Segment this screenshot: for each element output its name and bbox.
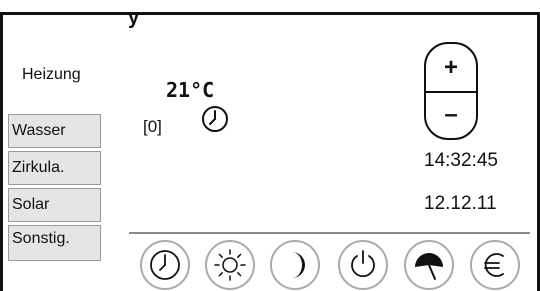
current-time: 14:32:45 <box>424 150 498 171</box>
standby-mode-button[interactable] <box>338 240 388 290</box>
sidebar-item-label: Solar <box>12 196 50 213</box>
party-mode-button[interactable] <box>404 240 454 290</box>
moon-icon <box>292 252 305 278</box>
power-icon <box>351 250 375 278</box>
eco-mode-button[interactable] <box>470 240 520 290</box>
temperature-value: 21 <box>166 78 191 102</box>
sidebar-item-sonstig[interactable]: Sonstig. <box>8 225 101 261</box>
sidebar-item-label: Zirkula. <box>12 159 65 176</box>
timer-mode-button[interactable] <box>140 240 190 290</box>
clock-icon <box>150 250 180 280</box>
decrease-button[interactable]: – <box>426 91 476 138</box>
sidebar-item-label: Sonstig. <box>12 230 70 247</box>
sidebar-heading-heizung[interactable]: Heizung <box>22 66 81 84</box>
window-title: y <box>128 7 140 29</box>
sidebar-item-label: Wasser <box>12 122 66 139</box>
divider-line <box>129 232 530 234</box>
temperature-readout: 21°C <box>166 78 214 103</box>
night-mode-button[interactable] <box>270 240 320 290</box>
clock-icon[interactable] <box>200 104 230 134</box>
euro-icon <box>484 253 504 277</box>
current-date: 12.12.11 <box>424 193 497 214</box>
temperature-stepper[interactable]: + – <box>424 42 478 140</box>
increase-button[interactable]: + <box>426 44 476 91</box>
day-mode-button[interactable] <box>205 240 255 290</box>
sidebar-item-solar[interactable]: Solar <box>8 188 101 222</box>
program-indicator: [0] <box>143 117 162 136</box>
sidebar-item-zirkula[interactable]: Zirkula. <box>8 151 101 185</box>
sidebar-item-wasser[interactable]: Wasser <box>8 114 101 148</box>
temperature-unit: °C <box>190 78 215 102</box>
party-icon <box>415 253 443 280</box>
sun-icon <box>214 249 246 281</box>
